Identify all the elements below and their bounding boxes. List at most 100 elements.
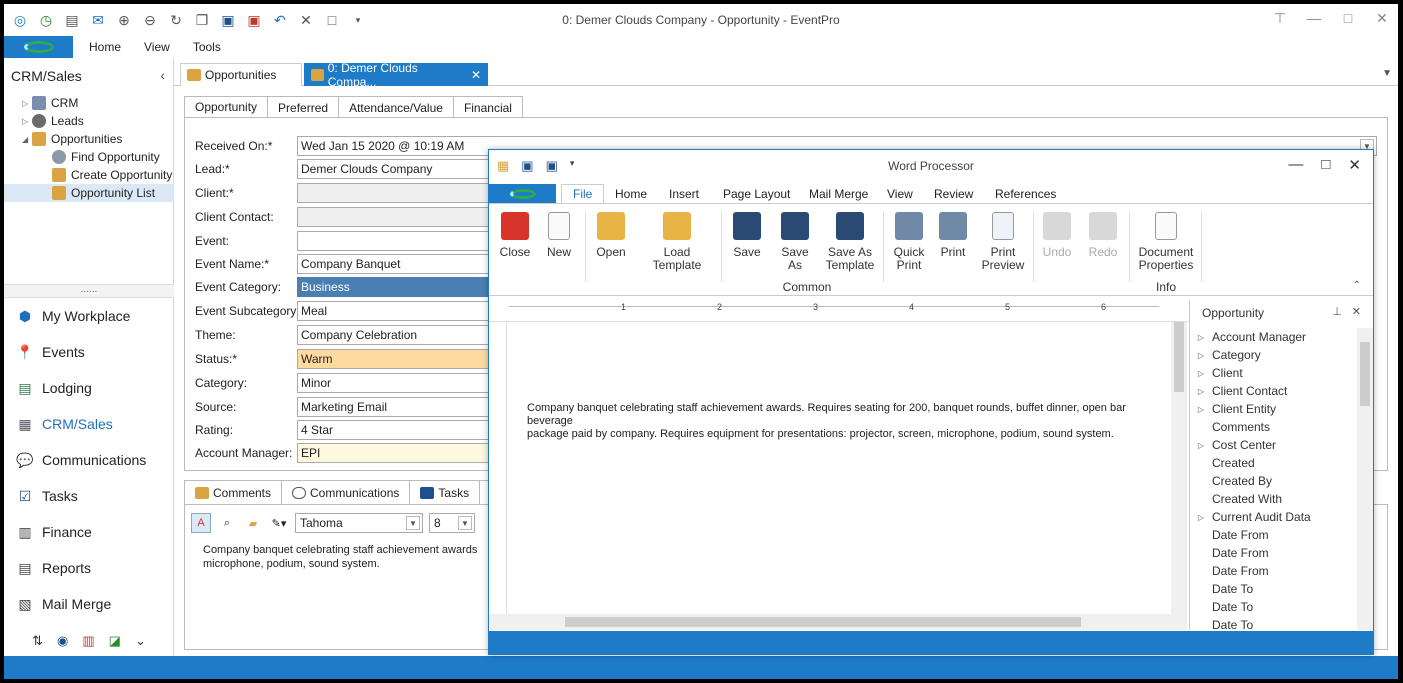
sort-arrows-icon[interactable]: ⇅ bbox=[32, 633, 43, 649]
category-field[interactable]: Minor bbox=[297, 373, 497, 393]
redo-button[interactable]: Redo bbox=[1085, 212, 1121, 259]
maximize-icon[interactable]: □ bbox=[1321, 156, 1330, 174]
module-communications[interactable]: 💬 Communications bbox=[4, 442, 174, 478]
format-icon[interactable]: ✎▾ bbox=[269, 513, 289, 533]
field-item[interactable]: Date From bbox=[1190, 544, 1358, 562]
module-events[interactable]: 📍 Events bbox=[4, 334, 174, 370]
load-template-button[interactable]: Load Template bbox=[639, 212, 715, 272]
quick-print-button[interactable]: Quick Print bbox=[891, 212, 927, 272]
save-as-button[interactable]: Save As bbox=[773, 212, 817, 272]
tab-dropdown-icon[interactable]: ▼ bbox=[1382, 68, 1392, 79]
close-icon[interactable]: ✕ bbox=[1352, 305, 1361, 318]
bar-chart-icon[interactable]: ▥ bbox=[82, 633, 94, 649]
expand-icon[interactable]: ▷ bbox=[22, 117, 32, 126]
menu-home[interactable]: Home bbox=[89, 40, 121, 54]
tab-review[interactable]: Review bbox=[934, 184, 973, 204]
chevron-down-icon[interactable]: ▼ bbox=[458, 516, 472, 530]
field-item[interactable]: Comments bbox=[1190, 418, 1358, 436]
field-item[interactable]: Created With bbox=[1190, 490, 1358, 508]
tree-item-opportunity-list[interactable]: Opportunity List bbox=[4, 184, 174, 202]
close-tab-icon[interactable]: ✕ bbox=[471, 68, 481, 82]
client-field[interactable] bbox=[297, 183, 497, 203]
menu-view[interactable]: View bbox=[144, 40, 170, 54]
field-item[interactable]: Created By bbox=[1190, 472, 1358, 490]
maximize-icon[interactable]: □ bbox=[1338, 10, 1358, 27]
expand-icon[interactable]: ▷ bbox=[1190, 441, 1212, 450]
app-menu-button[interactable] bbox=[4, 36, 73, 58]
source-field[interactable]: Marketing Email bbox=[297, 397, 497, 417]
tab-insert[interactable]: Insert bbox=[669, 184, 699, 204]
open-button[interactable]: Open bbox=[593, 212, 629, 259]
tab-attendance-value[interactable]: Attendance/Value bbox=[338, 96, 454, 118]
tab-financial[interactable]: Financial bbox=[452, 96, 523, 118]
new-button[interactable]: New bbox=[543, 212, 575, 259]
module-crm-sales[interactable]: ▦ CRM/Sales bbox=[4, 406, 174, 442]
tree-item-create-opportunity[interactable]: Create Opportunity bbox=[4, 166, 174, 184]
save-as-template-button[interactable]: Save As Template bbox=[825, 212, 875, 272]
open-folder-icon[interactable]: ▰ bbox=[243, 513, 263, 533]
tree-item-crm[interactable]: ▷ CRM bbox=[4, 94, 174, 112]
restore-icon[interactable]: ⊤ bbox=[1270, 10, 1290, 27]
module-mail-merge[interactable]: ▧ Mail Merge bbox=[4, 586, 174, 622]
tab-references[interactable]: References bbox=[995, 184, 1056, 204]
module-tasks[interactable]: ☑ Tasks bbox=[4, 478, 174, 514]
close-icon[interactable]: ✕ bbox=[1372, 10, 1392, 27]
save-button[interactable]: Save bbox=[731, 212, 763, 259]
collapse-nav-icon[interactable]: ‹ bbox=[160, 67, 165, 83]
expand-icon[interactable]: ▷ bbox=[1190, 333, 1212, 342]
lead-field[interactable]: Demer Clouds Company bbox=[297, 159, 497, 179]
tab-communications[interactable]: Communications bbox=[281, 480, 411, 504]
field-item[interactable]: ▷ Client bbox=[1190, 364, 1358, 382]
event-category-field[interactable]: Business bbox=[297, 277, 497, 297]
search-icon[interactable]: ⌕ bbox=[217, 513, 237, 533]
chevron-down-icon[interactable]: ⌄ bbox=[135, 633, 146, 649]
tree-item-find-opportunity[interactable]: Find Opportunity bbox=[4, 148, 174, 166]
menu-tools[interactable]: Tools bbox=[193, 40, 221, 54]
comments-text[interactable]: Company banquet celebrating staff achiev… bbox=[203, 543, 503, 571]
scroll-thumb[interactable] bbox=[565, 617, 1081, 627]
event-field[interactable] bbox=[297, 231, 497, 251]
collapse-icon[interactable]: ◢ bbox=[22, 135, 32, 144]
chevron-down-icon[interactable]: ▼ bbox=[406, 516, 420, 530]
editor-vertical-scrollbar[interactable] bbox=[1171, 322, 1187, 614]
field-item[interactable]: ▷ Client Entity bbox=[1190, 400, 1358, 418]
globe-icon[interactable]: ◉ bbox=[57, 633, 68, 649]
tree-item-leads[interactable]: ▷ Leads bbox=[4, 112, 174, 130]
field-item[interactable]: ▷ Category bbox=[1190, 346, 1358, 364]
horizontal-ruler[interactable]: 1 2 3 4 5 6 bbox=[489, 300, 1189, 322]
tab-mail-merge[interactable]: Mail Merge bbox=[809, 184, 868, 204]
field-item[interactable]: ▷ Cost Center bbox=[1190, 436, 1358, 454]
tab-file[interactable]: File bbox=[561, 184, 605, 204]
minimize-icon[interactable]: — bbox=[1304, 10, 1324, 27]
expand-icon[interactable]: ▷ bbox=[1190, 351, 1212, 360]
scroll-thumb[interactable] bbox=[1360, 342, 1370, 406]
module-lodging[interactable]: ▤ Lodging bbox=[4, 370, 174, 406]
splitter-grip[interactable]: ...... bbox=[4, 284, 174, 298]
document-properties-button[interactable]: Document Properties bbox=[1135, 212, 1197, 272]
document-text[interactable]: Company banquet celebrating staff achiev… bbox=[527, 402, 1167, 441]
field-item[interactable]: ▷ Account Manager bbox=[1190, 328, 1358, 346]
minimize-icon[interactable]: — bbox=[1288, 156, 1303, 174]
tab-opportunities[interactable]: Opportunities bbox=[180, 63, 302, 86]
rating-field[interactable]: 4 Star bbox=[297, 420, 497, 440]
field-item[interactable]: ▷ Client Contact bbox=[1190, 382, 1358, 400]
theme-field[interactable]: Company Celebration bbox=[297, 325, 497, 345]
client-contact-field[interactable] bbox=[297, 207, 497, 227]
event-name-field[interactable]: Company Banquet bbox=[297, 254, 497, 274]
tab-view[interactable]: View bbox=[887, 184, 913, 204]
module-reports[interactable]: ▤ Reports bbox=[4, 550, 174, 586]
tab-home[interactable]: Home bbox=[615, 184, 647, 204]
field-item[interactable]: Date To bbox=[1190, 580, 1358, 598]
pin-icon[interactable]: ⊥ bbox=[1332, 305, 1342, 318]
close-button[interactable]: Close bbox=[497, 212, 533, 259]
collapse-ribbon-icon[interactable]: ⌃ bbox=[1353, 280, 1361, 291]
font-color-icon[interactable]: A bbox=[191, 513, 211, 533]
field-item[interactable]: Date To bbox=[1190, 598, 1358, 616]
tab-page-layout[interactable]: Page Layout bbox=[723, 184, 790, 204]
scroll-thumb[interactable] bbox=[1174, 322, 1184, 392]
expand-icon[interactable]: ▷ bbox=[1190, 369, 1212, 378]
field-item[interactable]: Date From bbox=[1190, 562, 1358, 580]
expand-icon[interactable]: ▷ bbox=[1190, 387, 1212, 396]
undo-button[interactable]: Undo bbox=[1039, 212, 1075, 259]
module-finance[interactable]: ▥ Finance bbox=[4, 514, 174, 550]
